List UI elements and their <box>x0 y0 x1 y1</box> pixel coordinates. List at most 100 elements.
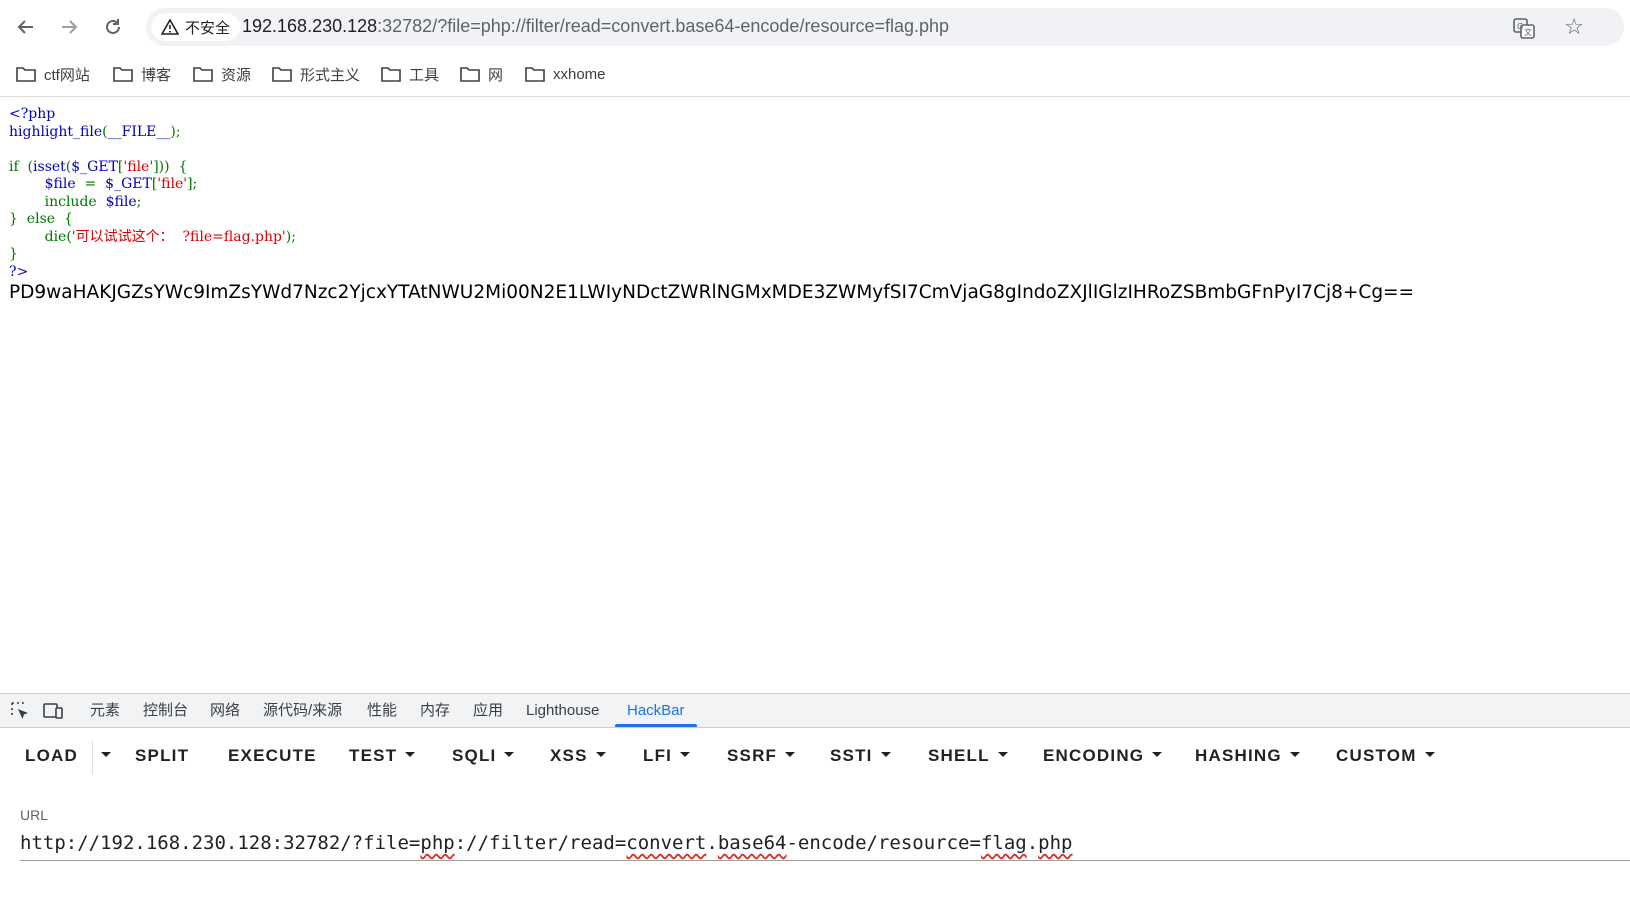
caret-down-icon <box>1424 752 1435 758</box>
load-button[interactable]: LOAD <box>25 728 78 784</box>
tab-application[interactable]: 应用 <box>473 694 503 727</box>
url-segment: php <box>1038 832 1073 854</box>
encoding-menu-button[interactable]: ENCODING <box>1043 728 1163 784</box>
caret-down-icon <box>785 752 796 758</box>
tab-network[interactable]: 网络 <box>210 694 240 727</box>
sqli-menu-button[interactable]: SQLI <box>452 728 515 784</box>
load-dropdown-button[interactable] <box>93 728 111 784</box>
tab-lighthouse[interactable]: Lighthouse <box>526 694 599 727</box>
bookmark-formalism[interactable]: 形式主义 <box>272 62 360 86</box>
bookmark-xxhome[interactable]: xxhome <box>525 62 606 86</box>
caret-down-icon <box>680 752 691 758</box>
folder-icon <box>460 67 480 82</box>
code-token: ]; <box>187 176 198 192</box>
split-button[interactable]: SPLIT <box>135 728 189 784</box>
lfi-menu-button[interactable]: LFI <box>643 728 691 784</box>
button-label: SPLIT <box>135 746 190 765</box>
hackbar-toolbar: LOAD SPLIT EXECUTE TEST SQLI XSS LFI SSR… <box>0 728 1630 784</box>
code-token: $_GET <box>71 158 118 175</box>
tab-memory[interactable]: 内存 <box>420 694 450 727</box>
bookmark-resources[interactable]: 资源 <box>193 62 251 86</box>
button-label: SHELL <box>928 746 990 765</box>
folder-icon <box>525 67 545 82</box>
devtools-tab-bar: 元素 控制台 网络 源代码/来源 性能 内存 应用 Lighthouse Hac… <box>0 694 1630 728</box>
url-text[interactable]: 192.168.230.128:32782/?file=php://filter… <box>242 16 949 37</box>
url-input-underline <box>20 860 1630 861</box>
tab-elements[interactable]: 元素 <box>90 694 120 727</box>
address-bar[interactable]: 不安全 192.168.230.128:32782/?file=php://fi… <box>146 8 1624 46</box>
folder-icon <box>272 67 292 82</box>
svg-text:G: G <box>1517 22 1523 31</box>
ssti-menu-button[interactable]: SSTI <box>830 728 891 784</box>
bookmark-star-icon[interactable]: ☆ <box>1564 14 1584 40</box>
button-label: TEST <box>349 746 398 765</box>
php-source-code: <?php highlight_file(__FILE__); if (isse… <box>9 106 296 281</box>
tab-hackbar[interactable]: HackBar <box>615 694 696 727</box>
code-token: include <box>44 193 106 210</box>
test-menu-button[interactable]: TEST <box>349 728 416 784</box>
button-label: SSRF <box>727 746 778 765</box>
code-token: ?> <box>9 263 29 280</box>
svg-text:文: 文 <box>1524 27 1532 37</box>
url-host: 192.168.230.128 <box>242 16 378 36</box>
url-segment: . <box>706 832 718 854</box>
code-token: } else { <box>9 211 73 227</box>
forward-icon[interactable] <box>53 11 85 43</box>
tab-console[interactable]: 控制台 <box>143 694 188 727</box>
caret-down-icon <box>101 752 111 758</box>
caret-down-icon <box>1289 752 1300 758</box>
reload-icon[interactable] <box>97 11 129 43</box>
warning-icon <box>161 19 179 35</box>
bookmark-ctf[interactable]: ctf网站 <box>16 62 90 86</box>
ssrf-menu-button[interactable]: SSRF <box>727 728 796 784</box>
url-field-label: URL <box>20 807 49 823</box>
button-label: LFI <box>643 746 673 765</box>
bookmark-label: 资源 <box>221 66 252 84</box>
caret-down-icon <box>595 752 606 758</box>
base64-output: PD9waHAKJGZsYWc9ImZsYWd7Nzc2YjcxYTAtNWU2… <box>9 282 1415 303</box>
bookmark-blog[interactable]: 博客 <box>113 62 171 86</box>
caret-down-icon <box>880 752 891 758</box>
code-token: $file <box>44 176 76 192</box>
device-toolbar-icon[interactable] <box>42 700 64 722</box>
folder-icon <box>16 67 36 82</box>
button-label: SQLI <box>452 746 497 765</box>
folder-icon <box>193 67 213 82</box>
url-segment: ://filter/read= <box>454 832 627 854</box>
url-segment: flag <box>980 832 1027 854</box>
url-segment: . <box>1026 832 1039 854</box>
code-token: ); <box>285 228 296 245</box>
tab-sources[interactable]: 源代码/来源 <box>263 694 342 727</box>
bookmark-net[interactable]: 网 <box>460 62 503 86</box>
bookmark-label: ctf网站 <box>44 66 90 84</box>
code-token: '可以试试这个： ?file=flag.php' <box>71 228 286 245</box>
browser-toolbar: 不安全 192.168.230.128:32782/?file=php://fi… <box>0 0 1630 54</box>
bookmark-tools[interactable]: 工具 <box>381 62 439 86</box>
caret-down-icon <box>997 752 1008 758</box>
execute-button[interactable]: EXECUTE <box>228 728 317 784</box>
translate-icon[interactable]: G文 <box>1512 16 1536 40</box>
caret-down-icon <box>504 752 515 758</box>
bookmark-label: 博客 <box>141 66 172 84</box>
bookmark-label: 网 <box>488 66 504 84</box>
bookmarks-bar: ctf网站 博客 资源 形式主义 工具 网 xxhome <box>0 54 1630 97</box>
bookmark-label: 形式主义 <box>300 66 361 84</box>
security-chip[interactable]: 不安全 <box>151 13 241 41</box>
code-token: highlight_file <box>9 123 103 140</box>
caret-down-icon <box>405 752 416 758</box>
url-segment: php <box>420 832 455 854</box>
custom-menu-button[interactable]: CUSTOM <box>1336 728 1435 784</box>
shell-menu-button[interactable]: SHELL <box>928 728 1008 784</box>
code-token: <?php <box>9 106 56 122</box>
security-label: 不安全 <box>185 19 231 37</box>
tab-performance[interactable]: 性能 <box>367 694 397 727</box>
folder-icon <box>113 67 133 82</box>
xss-menu-button[interactable]: XSS <box>550 728 606 784</box>
hashing-menu-button[interactable]: HASHING <box>1195 728 1300 784</box>
code-token: if ( <box>9 158 34 175</box>
button-label: XSS <box>550 746 588 765</box>
code-token: $file <box>105 193 137 210</box>
back-icon[interactable] <box>10 11 42 43</box>
hackbar-url-input[interactable]: http://192.168.230.128:32782/?file=php:/… <box>20 832 1072 854</box>
inspect-element-icon[interactable] <box>9 700 31 722</box>
